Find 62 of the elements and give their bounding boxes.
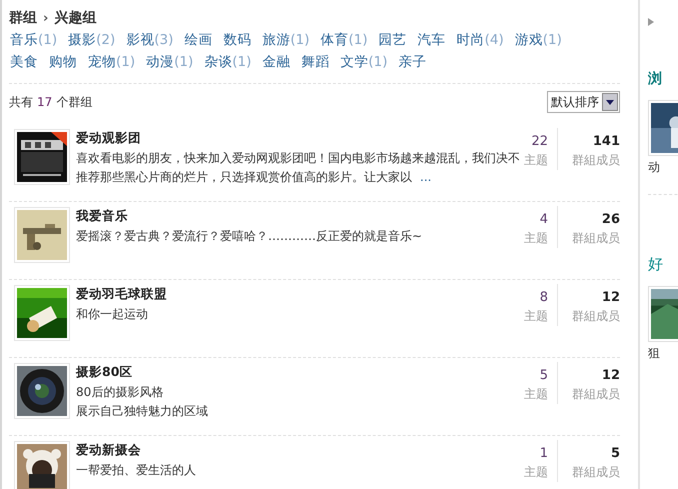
group-name-link[interactable]: 爱动羽毛球联盟 <box>76 286 502 303</box>
arrow-icon <box>648 18 654 26</box>
topic-count: 5 <box>540 367 548 385</box>
topic-count: 8 <box>540 289 548 307</box>
category-link[interactable]: 杂谈(1) <box>204 53 252 71</box>
group-description: 喜欢看电影的朋友，快来加入爱动网观影团吧！国内电影市场越来越混乱，我们决不推荐那些黑心片商的烂片，只选择观赏价值高的影片。让大家以 ... <box>76 150 521 186</box>
member-count: 141 <box>592 133 620 151</box>
more-link[interactable]: ... <box>420 170 432 184</box>
group-description: 和你一起运动 <box>76 306 149 323</box>
category-link[interactable]: 园艺 <box>378 31 407 49</box>
group-description: 一帮爱拍、爱生活的人 <box>76 462 197 479</box>
group-description: 爱摇滚？爱古典？爱流行？爱嘻哈？…………反正爱的就是音乐~ <box>76 228 424 245</box>
category-link[interactable]: 美食 <box>10 53 38 71</box>
group-name-link[interactable]: 摄影80区 <box>76 364 502 381</box>
category-link[interactable]: 文学(1) <box>340 53 388 71</box>
category-link[interactable]: 数码 <box>223 31 252 49</box>
member-count: 26 <box>602 211 620 229</box>
member-label: 群組成员 <box>572 152 620 169</box>
category-link[interactable]: 亲子 <box>398 53 426 71</box>
topic-count: 1 <box>540 445 548 463</box>
member-count: 5 <box>610 445 620 463</box>
member-label: 群組成员 <box>572 308 620 325</box>
topic-count: 4 <box>540 211 548 229</box>
topic-label: 主题 <box>524 464 548 481</box>
category-link[interactable]: 汽车 <box>418 31 446 49</box>
category-link[interactable]: 体育(1) <box>320 31 368 49</box>
member-count: 12 <box>602 367 620 385</box>
category-link[interactable]: 影视(3) <box>126 31 174 49</box>
group-description-line: 展示自己独特魅力的区域 <box>76 403 209 420</box>
member-label: 群組成员 <box>572 230 620 247</box>
member-label: 群組成员 <box>572 386 620 403</box>
breadcrumb-link[interactable]: 群组 <box>9 9 37 27</box>
topic-label: 主题 <box>524 230 548 247</box>
category-link[interactable]: 动漫(1) <box>146 53 194 71</box>
category-link[interactable]: 音乐(1) <box>10 31 58 49</box>
category-link[interactable]: 绘画 <box>184 31 212 49</box>
member-label: 群組成员 <box>572 464 620 481</box>
category-link[interactable]: 舞蹈 <box>301 53 330 71</box>
category-link[interactable]: 金融 <box>262 53 290 71</box>
topic-label: 主题 <box>524 152 548 169</box>
topic-count: 22 <box>531 133 548 151</box>
breadcrumb-separator: › <box>43 10 48 26</box>
section-title: 好 <box>648 255 664 274</box>
category-link[interactable]: 宠物(1) <box>88 53 136 71</box>
section-title: 浏 <box>648 70 664 88</box>
category-link[interactable]: 游戏(1) <box>514 31 562 49</box>
topic-label: 主题 <box>524 308 548 325</box>
category-link[interactable]: 时尚(4) <box>456 31 504 49</box>
group-name-link[interactable]: 爱动新摄会 <box>76 442 502 459</box>
category-link[interactable]: 摄影(2) <box>68 31 116 49</box>
group-name-link[interactable]: 爱动观影团 <box>76 130 502 147</box>
item-caption-link[interactable]: 狙 <box>648 345 678 362</box>
topic-label: 主题 <box>524 386 548 403</box>
member-count: 12 <box>602 289 620 307</box>
sort-dropdown[interactable]: 默认排序 <box>547 91 620 113</box>
breadcrumb-current: 兴趣组 <box>54 9 96 27</box>
group-count-text: 共有 17 个群组 <box>9 94 92 110</box>
category-link[interactable]: 旅游(1) <box>262 31 310 49</box>
category-link[interactable]: 购物 <box>49 53 77 71</box>
item-caption-link[interactable]: 动 <box>648 159 678 176</box>
group-name-link[interactable]: 我爱音乐 <box>76 208 502 225</box>
group-description-line: 80后的摄影风格 <box>76 384 164 401</box>
